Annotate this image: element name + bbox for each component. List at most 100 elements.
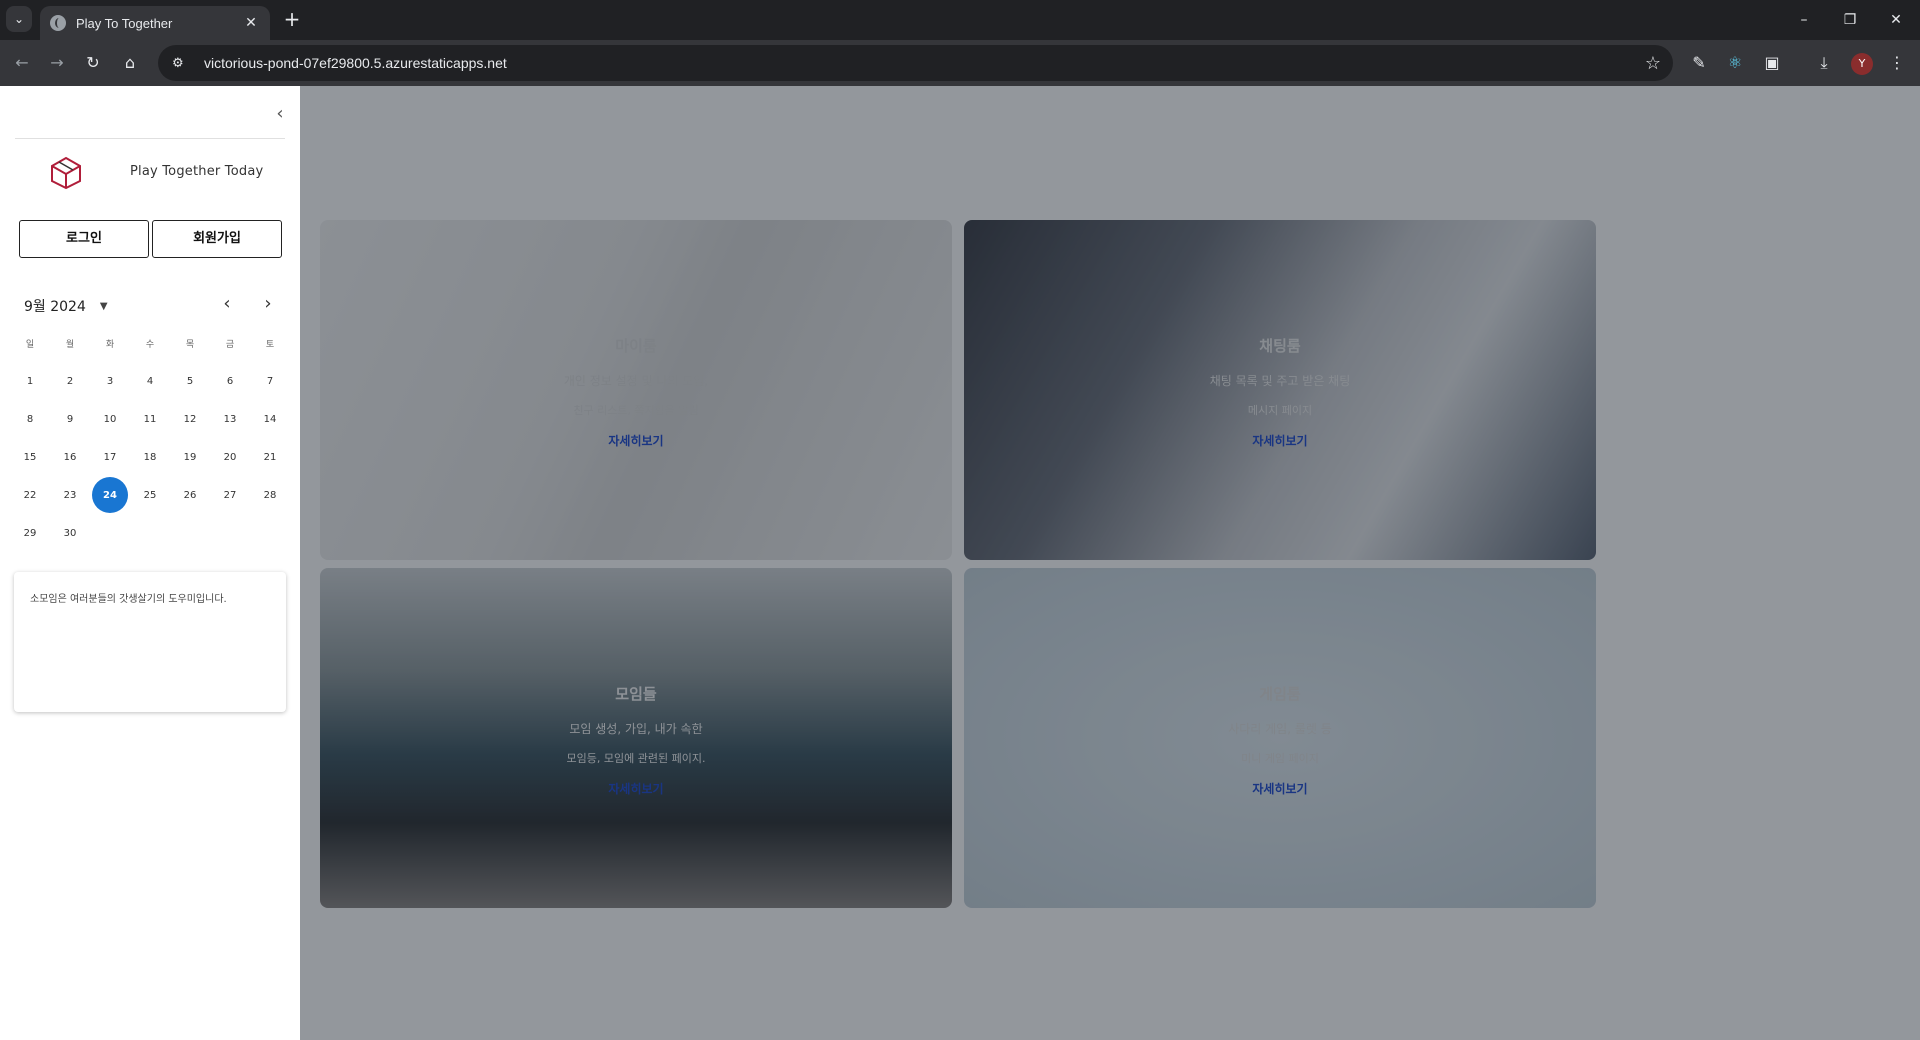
calendar-weekday: 일 bbox=[25, 339, 35, 350]
calendar-day[interactable]: 6 bbox=[210, 362, 250, 400]
calendar-day[interactable]: 29 bbox=[10, 514, 50, 552]
gameroom-card[interactable]: 게임룸 사다리 게임, 룰렛 등 미니 게임 페이지 자세히보기 bbox=[964, 568, 1596, 908]
calendar-day[interactable]: 28 bbox=[250, 476, 290, 514]
calendar-day-number: 1 bbox=[26, 375, 34, 387]
pen-extension-icon[interactable]: ✎ bbox=[1687, 51, 1711, 75]
address-bar[interactable]: ⚙ victorious-pond-07ef29800.5.azurestati… bbox=[158, 45, 1673, 81]
site-info-icon[interactable]: ⚙ bbox=[172, 56, 192, 71]
card-description: 친구 리스트, 쪽지함을 알림 bbox=[573, 404, 699, 417]
card-description: 사다리 게임, 룰렛 등 bbox=[1228, 722, 1332, 736]
calendar-prev-month-icon[interactable]: ‹ bbox=[215, 292, 239, 316]
myroom-detail-link[interactable]: 자세히보기 bbox=[320, 432, 952, 449]
calendar-week-row: 22 23 24 25 26 27 28 bbox=[10, 476, 290, 514]
profile-avatar[interactable]: Y bbox=[1851, 53, 1873, 75]
calendar-next-month-icon[interactable]: › bbox=[256, 292, 280, 316]
browser-tab[interactable]: Play To Together ✕ bbox=[40, 6, 270, 40]
calendar-month-label: 9월 2024 bbox=[24, 299, 86, 315]
calendar-day[interactable]: 10 bbox=[90, 400, 130, 438]
calendar-weekday: 화 bbox=[105, 339, 115, 350]
back-arrow-icon[interactable]: ← bbox=[9, 50, 35, 76]
calendar-month-select[interactable]: 9월 2024 ▼ bbox=[24, 296, 108, 316]
calendar-day-number: 7 bbox=[266, 375, 274, 387]
calendar-day[interactable]: 2 bbox=[50, 362, 90, 400]
myroom-card[interactable]: 마이룸 개인 정보 설정 및 나의 모임, 친구 리스트, 쪽지함을 알림 자세… bbox=[320, 220, 952, 560]
calendar-weekday: 토 bbox=[265, 339, 275, 350]
calendar-day[interactable]: 30 bbox=[50, 514, 90, 552]
gameroom-detail-link[interactable]: 자세히보기 bbox=[964, 780, 1596, 797]
calendar-day-number: 9 bbox=[66, 413, 74, 425]
calendar-day[interactable]: 26 bbox=[170, 476, 210, 514]
calendar-day[interactable]: 8 bbox=[10, 400, 50, 438]
download-icon[interactable]: ⤓ bbox=[1812, 51, 1836, 75]
calendar-week-row: 8 9 10 11 12 13 14 bbox=[10, 400, 290, 438]
calendar-day[interactable]: 23 bbox=[50, 476, 90, 514]
calendar-empty-cell bbox=[250, 514, 290, 552]
calendar-day-number: 19 bbox=[183, 451, 197, 463]
calendar-day[interactable]: 7 bbox=[250, 362, 290, 400]
login-button[interactable]: 로그인 bbox=[19, 220, 149, 258]
calendar-day[interactable]: 25 bbox=[130, 476, 170, 514]
calendar-day[interactable]: 20 bbox=[210, 438, 250, 476]
tab-close-icon[interactable]: ✕ bbox=[242, 15, 260, 31]
calendar-week-row: 29 30 bbox=[10, 514, 290, 552]
calendar-day[interactable]: 19 bbox=[170, 438, 210, 476]
calendar-weekday: 월 bbox=[65, 339, 75, 350]
bookmark-star-icon[interactable]: ☆ bbox=[1633, 53, 1673, 74]
calendar-day[interactable]: 27 bbox=[210, 476, 250, 514]
signup-button[interactable]: 회원가입 bbox=[152, 220, 282, 258]
react-devtools-icon[interactable]: ⚛ bbox=[1723, 51, 1747, 75]
calendar-day[interactable]: 17 bbox=[90, 438, 130, 476]
chatroom-card[interactable]: 채팅룸 채팅 목록 및 주고 받은 채팅 메시지 페이지 자세히보기 bbox=[964, 220, 1596, 560]
url-text[interactable]: victorious-pond-07ef29800.5.azurestatica… bbox=[204, 55, 1633, 71]
home-icon[interactable]: ⌂ bbox=[117, 50, 143, 76]
calendar-day-number: 2 bbox=[66, 375, 74, 387]
browser-toolbar: ← → ↻ ⌂ ⚙ victorious-pond-07ef29800.5.az… bbox=[0, 40, 1920, 86]
calendar-day[interactable]: 11 bbox=[130, 400, 170, 438]
new-tab-plus-icon[interactable]: + bbox=[280, 8, 304, 32]
caret-down-icon: ▼ bbox=[99, 300, 108, 312]
calendar-day[interactable]: 22 bbox=[10, 476, 50, 514]
card-description: 모임 생성, 가입, 내가 속한 bbox=[569, 722, 703, 736]
calendar-day[interactable]: 5 bbox=[170, 362, 210, 400]
calendar-day[interactable]: 18 bbox=[130, 438, 170, 476]
calendar-day[interactable]: 15 bbox=[10, 438, 50, 476]
calendar-day[interactable]: 21 bbox=[250, 438, 290, 476]
calendar-empty-cell bbox=[90, 514, 130, 552]
calendar-day[interactable]: 16 bbox=[50, 438, 90, 476]
calendar-day-number: 23 bbox=[63, 489, 77, 501]
calendar-day[interactable]: 1 bbox=[10, 362, 50, 400]
tab-search-chevron-icon[interactable]: ⌄ bbox=[6, 6, 32, 32]
window-close-icon[interactable]: ✕ bbox=[1884, 8, 1908, 32]
calendar-day[interactable]: 9 bbox=[50, 400, 90, 438]
calendar-day-number: 17 bbox=[103, 451, 117, 463]
calendar-day-number: 3 bbox=[106, 375, 114, 387]
reload-icon[interactable]: ↻ bbox=[80, 50, 106, 76]
card-description: 개인 정보 설정 및 나의 모임, bbox=[563, 374, 709, 388]
calendar-day[interactable]: 12 bbox=[170, 400, 210, 438]
calendar-day-selected[interactable]: 24 bbox=[90, 476, 130, 514]
calendar-day[interactable]: 13 bbox=[210, 400, 250, 438]
minimize-icon[interactable]: – bbox=[1792, 8, 1816, 32]
calendar-empty-cell bbox=[210, 514, 250, 552]
meetings-card[interactable]: 모임들 모임 생성, 가입, 내가 속한 모임등, 모임에 관련된 페이지. 자… bbox=[320, 568, 952, 908]
menu-kebab-icon[interactable]: ⋮ bbox=[1885, 51, 1909, 75]
forward-arrow-icon[interactable]: → bbox=[44, 50, 70, 76]
chatroom-detail-link[interactable]: 자세히보기 bbox=[964, 432, 1596, 449]
calendar-day-number: 8 bbox=[26, 413, 34, 425]
card-title: 채팅룸 bbox=[1259, 337, 1301, 355]
calendar-day-number: 11 bbox=[143, 413, 157, 425]
calendar-day[interactable]: 14 bbox=[250, 400, 290, 438]
calendar-weekday: 수 bbox=[145, 339, 155, 350]
sidebar-collapse-chevron-icon[interactable]: ‹ bbox=[268, 102, 292, 126]
calendar-day-number: 6 bbox=[226, 375, 234, 387]
extensions-puzzle-icon[interactable]: ▣ bbox=[1760, 51, 1784, 75]
calendar-day-number: 18 bbox=[143, 451, 157, 463]
meetings-detail-link[interactable]: 자세히보기 bbox=[320, 780, 952, 797]
calendar-day-number: 22 bbox=[23, 489, 37, 501]
calendar-day[interactable]: 3 bbox=[90, 362, 130, 400]
calendar-day[interactable]: 4 bbox=[130, 362, 170, 400]
notice-text: 소모임은 여러분들의 갓생살기의 도우미입니다. bbox=[30, 594, 227, 605]
restore-icon[interactable]: ❐ bbox=[1838, 8, 1862, 32]
calendar-day-number: 27 bbox=[223, 489, 237, 501]
calendar-day-number: 13 bbox=[223, 413, 237, 425]
